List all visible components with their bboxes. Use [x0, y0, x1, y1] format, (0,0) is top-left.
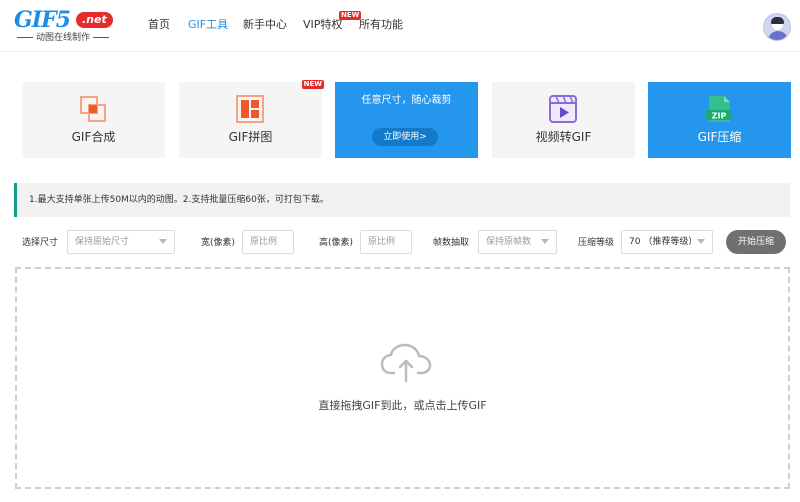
logo-net-badge: .net: [76, 12, 113, 28]
tool-label: GIF合成: [71, 130, 116, 144]
video-icon: [549, 95, 577, 123]
tool-card-gif-compress[interactable]: ZIP GIF压缩: [648, 82, 791, 158]
tool-label: 视频转GIF: [535, 130, 592, 144]
nav-item-gif-tools[interactable]: GIF工具: [188, 18, 228, 32]
avatar-hair: [771, 17, 784, 24]
logo-tagline: 动图在线制作: [14, 32, 112, 44]
height-input[interactable]: 原比例: [360, 230, 412, 254]
size-select[interactable]: 保持原始尺寸: [67, 230, 175, 254]
site-logo[interactable]: GIF5 .net 动图在线制作: [14, 8, 114, 44]
zip-icon-text: ZIP: [712, 112, 727, 121]
gif-collage-icon: [236, 95, 264, 123]
tool-card-gif-collage[interactable]: GIF拼图 NEW: [179, 80, 324, 158]
top-header: GIF5 .net 动图在线制作 首页 GIF工具 新手中心 VIP特权 NEW…: [0, 0, 800, 52]
promo-card-crop[interactable]: 任意尺寸，随心裁剪 立即使用>: [335, 82, 478, 158]
dropzone-text: 直接拖拽GIF到此，或点击上传GIF: [318, 399, 487, 412]
new-badge: NEW: [301, 80, 324, 89]
logo-text: GIF5: [14, 7, 71, 33]
tool-label: GIF压缩: [697, 130, 742, 144]
frame-select-value: 保持原帧数: [486, 237, 532, 247]
nav-item-beginner-center[interactable]: 新手中心: [243, 18, 287, 32]
zip-icon: ZIP: [706, 96, 732, 122]
frame-label: 帧数抽取: [433, 238, 470, 248]
nav-item-home[interactable]: 首页: [148, 18, 170, 32]
tool-card-video-to-gif[interactable]: 视频转GIF: [492, 82, 635, 158]
height-label: 高(像素): [319, 238, 354, 248]
user-avatar[interactable]: [763, 13, 791, 41]
tool-label: GIF拼图: [228, 130, 273, 144]
chevron-down-icon: [159, 239, 167, 244]
level-label: 压缩等级: [578, 238, 615, 248]
height-input-placeholder: 原比例: [368, 237, 396, 247]
chevron-down-icon: [697, 239, 705, 244]
width-input-placeholder: 原比例: [250, 237, 278, 247]
size-label: 选择尺寸: [22, 238, 59, 248]
chevron-down-icon: [541, 239, 549, 244]
width-label: 宽(像素): [201, 238, 236, 248]
width-input[interactable]: 原比例: [242, 230, 294, 254]
avatar-body: [768, 31, 788, 40]
promo-use-now-button[interactable]: 立即使用>: [372, 128, 438, 146]
frame-select[interactable]: 保持原帧数: [478, 230, 557, 254]
level-select-value: 70 （推荐等级）: [629, 237, 698, 247]
nav-item-vip[interactable]: VIP特权 NEW: [303, 11, 362, 32]
nav-item-vip-label: VIP特权: [303, 18, 343, 31]
tool-card-gif-compose[interactable]: GIF合成: [22, 82, 165, 158]
cloud-upload-icon: [380, 343, 432, 383]
notice-bar: 1.最大支持单张上传50M以内的动图。2.支持批量压缩60张，可打包下载。: [14, 183, 790, 217]
notice-text: 1.最大支持单张上传50M以内的动图。2.支持批量压缩60张，可打包下载。: [29, 195, 329, 205]
nav-item-all-functions[interactable]: 所有功能: [359, 18, 403, 32]
gif-compose-icon: [80, 96, 106, 122]
start-compress-button[interactable]: 开始压缩: [726, 230, 786, 254]
promo-text: 任意尺寸，随心裁剪: [361, 95, 452, 106]
level-select[interactable]: 70 （推荐等级）: [621, 230, 713, 254]
size-select-value: 保持原始尺寸: [75, 237, 130, 247]
upload-dropzone[interactable]: 直接拖拽GIF到此，或点击上传GIF: [15, 267, 790, 489]
